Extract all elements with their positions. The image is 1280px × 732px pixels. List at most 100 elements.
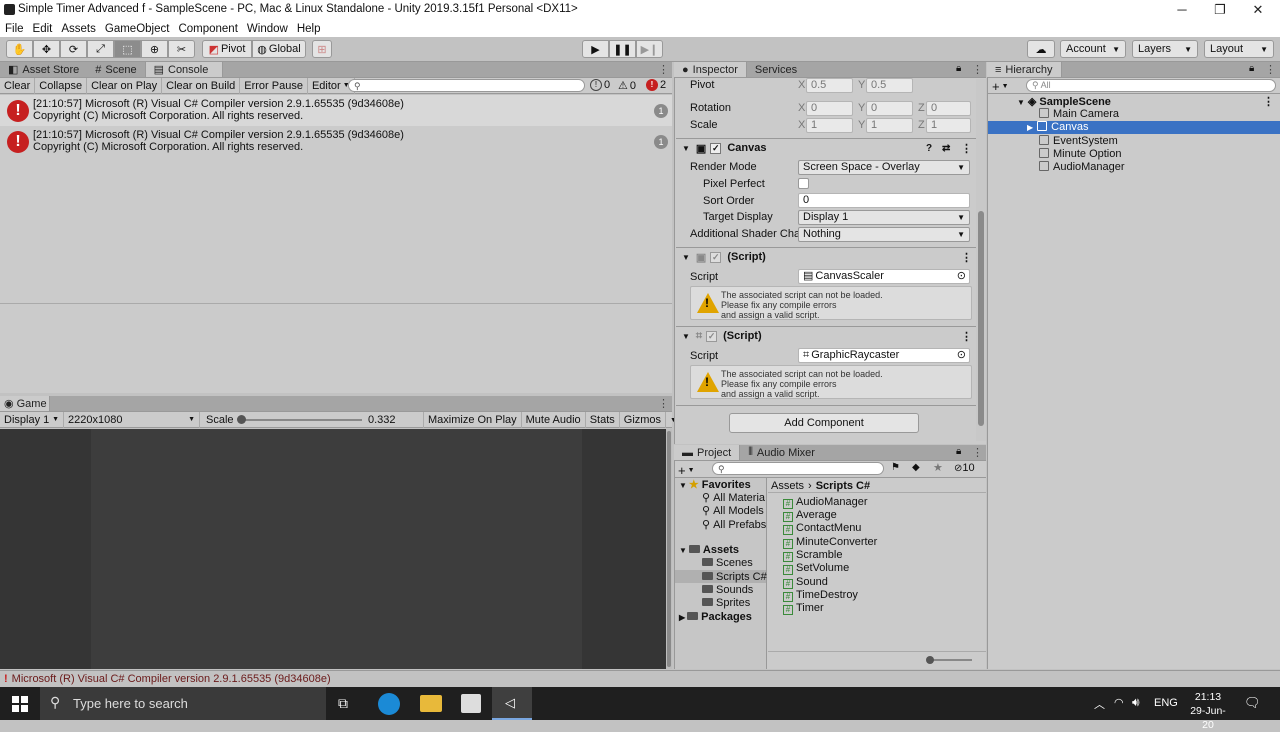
snap-icon[interactable]: ⊞	[312, 40, 332, 58]
gizmos-button[interactable]: Gizmos	[620, 412, 667, 428]
filter-label-icon[interactable]: ◆	[912, 462, 920, 473]
layers-dropdown[interactable]: Layers ▼	[1132, 40, 1198, 58]
list-item[interactable]: # MinuteConverter	[783, 536, 877, 549]
hierarchy-create-dropdown[interactable]: + ▼	[992, 79, 1009, 94]
tray-chevron-icon[interactable]: ︿	[1094, 696, 1105, 712]
breadcrumb-scripts[interactable]: Scripts C#	[816, 480, 870, 492]
wifi-icon[interactable]: ◠	[1114, 696, 1124, 709]
hierarchy-search-input[interactable]: ⚲ All	[1026, 79, 1276, 92]
play-button[interactable]: ▶	[582, 40, 609, 58]
list-item[interactable]: # AudioManager	[783, 496, 868, 509]
panel-menu-icon[interactable]: ⋮	[658, 397, 669, 410]
favorite-all-materials[interactable]: ⚲ All Materia	[702, 491, 765, 504]
menu-help[interactable]: Help	[297, 21, 321, 37]
tab-game[interactable]: ◉ Game	[0, 396, 50, 411]
rotation-z-field[interactable]: 0	[926, 101, 971, 116]
tab-inspector[interactable]: ● Inspector	[674, 62, 747, 77]
list-item[interactable]: # Timer	[783, 602, 824, 615]
object-picker-icon[interactable]: ⊙	[957, 349, 966, 362]
scale-slider-handle[interactable]	[237, 415, 246, 424]
list-item[interactable]: ! [21:10:57] Microsoft (R) Visual C# Com…	[0, 126, 672, 157]
close-button[interactable]: ✕	[1238, 0, 1278, 20]
console-search-input[interactable]: ⚲	[348, 79, 585, 92]
error-pause-button[interactable]: Error Pause	[240, 77, 308, 94]
menu-assets[interactable]: Assets	[61, 21, 96, 37]
tab-project[interactable]: ▬ Project	[674, 445, 741, 460]
pause-button[interactable]: ❚❚	[609, 40, 636, 58]
game-viewport[interactable]	[0, 429, 666, 669]
canvas-scaler-component-header[interactable]: ▼ ▣ ✓ (Script) ⋮	[676, 247, 976, 266]
game-scrollbar[interactable]	[666, 429, 672, 669]
project-search-input[interactable]: ⚲	[712, 462, 884, 475]
graphic-raycaster-component-header[interactable]: ▼ ⌗ ✓ (Script) ⋮	[676, 326, 976, 345]
tab-hierarchy[interactable]: ≡ Hierarchy	[987, 62, 1062, 77]
help-icon[interactable]: ?	[926, 143, 932, 154]
component-menu-icon[interactable]: ⋮	[961, 330, 972, 343]
panel-menu-icon[interactable]: ⋮	[972, 446, 983, 459]
enabled-checkbox[interactable]: ✓	[710, 142, 722, 154]
create-dropdown[interactable]: + ▼	[678, 463, 695, 478]
rect-tool-icon[interactable]: ⬚	[114, 40, 141, 58]
scale-z-field[interactable]: 1	[926, 118, 971, 133]
sort-order-field[interactable]: 0	[798, 193, 970, 208]
warning-count[interactable]: ⚠ 0	[618, 79, 636, 93]
hierarchy-item-eventsystem[interactable]: EventSystem	[988, 135, 1280, 148]
clear-on-build-button[interactable]: Clear on Build	[162, 77, 241, 94]
lock-icon[interactable]: 🔒︎	[1249, 63, 1254, 74]
hierarchy-item-canvas[interactable]: ▶ Canvas	[988, 121, 1280, 134]
target-display-dropdown[interactable]: Display 1 ▼	[798, 210, 970, 225]
folder-scenes[interactable]: Scenes	[702, 557, 753, 569]
hierarchy-item-audiomanager[interactable]: AudioManager	[988, 161, 1280, 174]
menu-edit[interactable]: Edit	[33, 21, 53, 37]
lock-icon[interactable]: 🔒︎	[956, 446, 961, 457]
script-object-field[interactable]: ⌗ GraphicRaycaster ⊙	[798, 348, 970, 363]
move-tool-icon[interactable]: ✥	[33, 40, 60, 58]
scene-menu-icon[interactable]: ⋮	[1263, 95, 1274, 108]
tab-scene[interactable]: # Scene	[87, 62, 144, 77]
icon-size-slider-handle[interactable]	[926, 656, 934, 664]
scale-slider[interactable]	[240, 419, 362, 421]
tab-asset-store[interactable]: ◧ Asset Store	[0, 62, 87, 77]
folder-sounds[interactable]: Sounds	[702, 584, 753, 596]
folder-scripts[interactable]: Scripts C#	[702, 571, 767, 583]
packages-folder[interactable]: ▶ Packages	[679, 611, 752, 623]
icon-size-slider[interactable]	[928, 659, 972, 661]
inspector-scrollbar[interactable]	[976, 79, 986, 441]
clear-on-play-button[interactable]: Clear on Play	[87, 77, 163, 94]
transform-tool-icon[interactable]: ⊕	[141, 40, 168, 58]
task-view-icon[interactable]: ⧉	[338, 695, 348, 712]
volume-icon[interactable]: 🔊︎	[1132, 695, 1140, 710]
menu-component[interactable]: Component	[178, 21, 237, 37]
info-count[interactable]: ! 0	[590, 79, 610, 91]
list-item[interactable]: # Sound	[783, 576, 828, 589]
assets-folder[interactable]: ▼ Assets	[679, 544, 739, 556]
favorite-all-models[interactable]: ⚲ All Models	[702, 504, 764, 517]
rotate-tool-icon[interactable]: ⟳	[60, 40, 87, 58]
scale-tool-icon[interactable]: ⤢	[87, 40, 114, 58]
list-item[interactable]: # TimeDestroy	[783, 589, 858, 602]
store-icon[interactable]	[461, 694, 481, 713]
stats-button[interactable]: Stats	[586, 412, 620, 428]
clear-button[interactable]: Clear	[0, 77, 36, 94]
tab-audio-mixer[interactable]: ⫴ Audio Mixer	[740, 445, 823, 460]
global-button[interactable]: ◍ Global	[252, 40, 306, 58]
file-explorer-icon[interactable]	[420, 695, 442, 712]
folder-sprites[interactable]: Sprites	[702, 597, 750, 609]
pivot-y-field[interactable]: 0.5	[866, 78, 913, 93]
favorite-all-prefabs[interactable]: ⚲ All Prefabs	[702, 518, 766, 531]
maximize-on-play-button[interactable]: Maximize On Play	[423, 412, 522, 428]
pivot-button[interactable]: ◩ Pivot	[202, 40, 252, 58]
list-item[interactable]: # ContactMenu	[783, 522, 861, 535]
panel-menu-icon[interactable]: ⋮	[1265, 63, 1276, 76]
canvas-component-header[interactable]: ▼ ▣ ✓ Canvas ? ⇄ ⋮	[676, 138, 976, 157]
tab-console[interactable]: ▤ Console	[144, 62, 223, 77]
notifications-icon[interactable]: 🗨︎	[1244, 695, 1261, 711]
menu-window[interactable]: Window	[247, 21, 288, 37]
taskbar-search-box[interactable]: ⚲ Type here to search	[40, 687, 326, 720]
tab-services[interactable]: Services	[747, 62, 805, 77]
resolution-dropdown[interactable]: 2220x1080 ▼	[64, 411, 200, 428]
minimize-button[interactable]: ─	[1162, 0, 1202, 20]
error-count[interactable]: ! 2	[646, 79, 666, 91]
preset-icon[interactable]: ⇄	[942, 143, 950, 154]
step-button[interactable]: ▶❙	[636, 40, 663, 58]
